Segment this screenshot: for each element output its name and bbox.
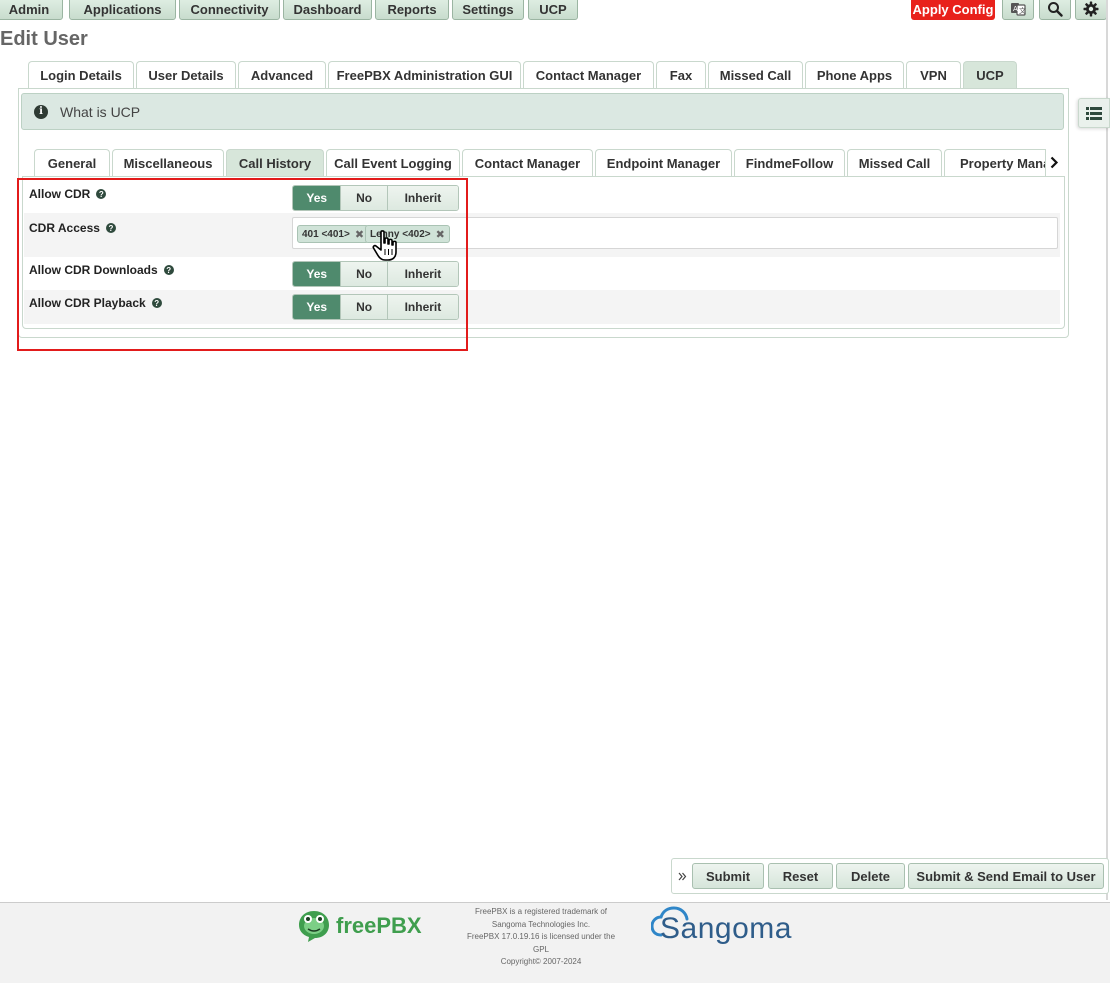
search-icon	[1048, 2, 1063, 17]
subtab-general[interactable]: General	[34, 149, 110, 176]
tab-missed-call[interactable]: Missed Call	[708, 61, 803, 88]
tab-advanced[interactable]: Advanced	[238, 61, 326, 88]
footer-legal-text: FreePBX is a registered trademark of San…	[460, 906, 622, 969]
svg-text:A: A	[1013, 5, 1018, 13]
freepbx-logo-text: freePBX	[336, 913, 422, 938]
svg-text:文: 文	[1019, 6, 1026, 15]
search-button[interactable]	[1039, 0, 1071, 20]
tab-phone-apps[interactable]: Phone Apps	[805, 61, 904, 88]
tabs-scroll-right-button[interactable]	[1046, 152, 1062, 172]
nav-dashboard[interactable]: Dashboard	[283, 0, 372, 20]
list-icon	[1086, 106, 1102, 120]
apply-config-button[interactable]: Apply Config	[911, 0, 995, 20]
submit-send-email-button[interactable]: Submit & Send Email to User	[908, 863, 1104, 889]
double-chevron-right-icon	[678, 872, 687, 880]
nav-settings[interactable]: Settings	[452, 0, 524, 20]
subtab-miscellaneous[interactable]: Miscellaneous	[112, 149, 224, 176]
tab-freepbx-admin-gui[interactable]: FreePBX Administration GUI	[328, 61, 521, 88]
what-is-ucp-label: What is UCP	[60, 103, 141, 120]
delete-button[interactable]: Delete	[836, 863, 905, 889]
subtab-call-event-logging[interactable]: Call Event Logging	[326, 149, 460, 176]
submit-button[interactable]: Submit	[692, 863, 764, 889]
nav-ucp[interactable]: UCP	[528, 0, 578, 20]
subtab-endpoint-manager[interactable]: Endpoint Manager	[595, 149, 732, 176]
chevron-right-icon	[1050, 156, 1058, 168]
subtab-missed-call[interactable]: Missed Call	[847, 149, 942, 176]
legal-line: FreePBX is a registered trademark of	[474, 907, 608, 916]
nav-connectivity[interactable]: Connectivity	[179, 0, 280, 20]
legal-line: GPL	[532, 944, 549, 954]
freepbx-frog-icon	[299, 911, 329, 942]
what-is-ucp-panel[interactable]: i What is UCP	[21, 93, 1064, 130]
language-button[interactable]: A 文	[1002, 0, 1034, 20]
legal-line: Copyright© 2007-2024	[500, 957, 582, 966]
gear-icon	[1083, 1, 1099, 17]
subtab-findmefollow[interactable]: FindmeFollow	[734, 149, 845, 176]
freepbx-logo[interactable]: freePBX	[296, 908, 422, 944]
nav-reports[interactable]: Reports	[375, 0, 449, 20]
page-edge	[1106, 0, 1108, 900]
subtab-property-manager[interactable]: Property Mana	[944, 149, 1046, 176]
translate-icon: A 文	[1011, 3, 1026, 16]
hand-cursor-icon	[372, 230, 397, 261]
top-navigation: Admin Applications Connectivity Dashboar…	[0, 0, 1110, 20]
tab-ucp[interactable]: UCP	[963, 61, 1017, 88]
reset-button[interactable]: Reset	[768, 863, 833, 889]
subtab-call-history[interactable]: Call History	[226, 149, 324, 176]
legal-line: FreePBX 17.0.19.16 is licensed under the	[466, 932, 616, 941]
settings-button[interactable]	[1075, 0, 1107, 20]
legal-line: Sangoma Technologies Inc.	[491, 919, 591, 929]
tab-vpn[interactable]: VPN	[906, 61, 961, 88]
tab-user-details[interactable]: User Details	[136, 61, 236, 88]
sidebar-toggle-button[interactable]	[1078, 98, 1110, 128]
sangoma-logo[interactable]: Sangoma	[660, 912, 792, 946]
action-bar-toggle[interactable]	[676, 866, 689, 886]
nav-applications[interactable]: Applications	[69, 0, 176, 20]
info-icon: i	[34, 104, 48, 119]
subtab-contact-manager[interactable]: Contact Manager	[462, 149, 593, 176]
highlight-annotation	[17, 178, 468, 351]
page-title: Edit User	[0, 28, 88, 50]
tab-fax[interactable]: Fax	[656, 61, 706, 88]
tab-contact-manager[interactable]: Contact Manager	[523, 61, 654, 88]
tab-login-details[interactable]: Login Details	[28, 61, 134, 88]
nav-admin[interactable]: Admin	[0, 0, 63, 20]
